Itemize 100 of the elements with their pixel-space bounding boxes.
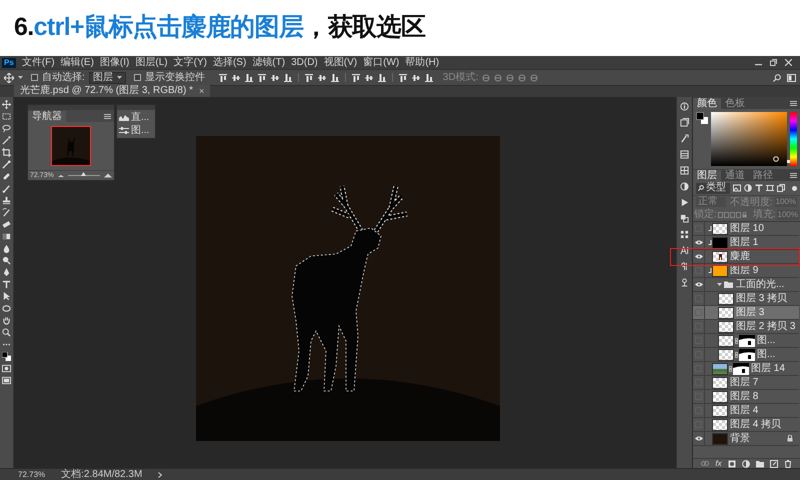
character-icon[interactable]	[680, 246, 689, 255]
type-filter-icon[interactable]	[755, 184, 763, 192]
zoom-slider-thumb[interactable]	[81, 172, 86, 176]
screen-mode-icon[interactable]	[2, 376, 11, 385]
zoom-icon[interactable]	[2, 328, 11, 337]
align-icon[interactable]	[412, 74, 420, 82]
gradient-icon[interactable]	[2, 232, 11, 241]
panel-menu-icon[interactable]	[790, 101, 797, 106]
panel-tab[interactable]: 路径	[749, 170, 777, 181]
layer-row[interactable]: 图层 10	[693, 222, 799, 236]
history-icon[interactable]	[680, 118, 689, 127]
layer-row[interactable]: 图层 4 拷贝	[693, 418, 799, 432]
align-icon[interactable]	[244, 74, 253, 82]
align-icon[interactable]	[398, 74, 407, 82]
layer-row[interactable]: 图层 2 拷贝 3	[693, 320, 799, 334]
zoom-in-icon[interactable]	[104, 173, 112, 178]
checkbox[interactable]	[134, 74, 141, 81]
zoom-out-icon[interactable]	[58, 174, 64, 178]
layer-row[interactable]: 背景	[693, 432, 799, 446]
caret-icon[interactable]	[18, 76, 23, 80]
swatches-icon[interactable]	[680, 150, 689, 159]
layer-row[interactable]: 图层 7	[693, 376, 799, 390]
panel-item[interactable]: 直...	[131, 112, 150, 123]
align-icon[interactable]	[330, 74, 339, 82]
panel-tab[interactable]: 图层	[693, 170, 721, 181]
filter-toggle[interactable]	[792, 186, 797, 190]
menu-item[interactable]: 帮助(H)	[405, 56, 440, 68]
histogram-icon[interactable]	[119, 114, 129, 121]
eye-icon[interactable]	[694, 436, 702, 441]
image-filter-icon[interactable]	[733, 184, 741, 192]
menu-item[interactable]: 窗口(W)	[363, 56, 400, 68]
layer-row[interactable]: 图层 8	[693, 390, 799, 404]
move-tool-icon[interactable]	[4, 72, 14, 82]
menu-item[interactable]: 视图(V)	[324, 56, 358, 68]
adjustment-filter-icon[interactable]	[744, 184, 752, 192]
search-icon[interactable]	[773, 74, 781, 82]
grid-icon[interactable]	[680, 230, 689, 239]
tab-close-button[interactable]: ×	[198, 86, 204, 96]
color-swatches-icon[interactable]	[696, 112, 708, 124]
layer-row[interactable]: 图层 14	[693, 362, 799, 376]
magic-wand-icon[interactable]	[2, 136, 11, 145]
panel-menu-icon[interactable]	[790, 173, 797, 178]
eye-icon[interactable]	[694, 282, 702, 287]
marquee-tool-icon[interactable]	[2, 112, 11, 121]
panel-tab[interactable]: 色板	[721, 98, 749, 109]
brush-icon[interactable]	[2, 184, 11, 193]
3d-mode-icon[interactable]	[518, 74, 526, 82]
align-icon[interactable]	[378, 74, 386, 82]
type-tool-icon[interactable]	[2, 280, 11, 289]
eraser-icon[interactable]	[2, 220, 11, 229]
panel-tab[interactable]: 颜色	[693, 98, 721, 109]
info-icon[interactable]	[680, 102, 689, 111]
3d-mode-icon[interactable]	[530, 74, 538, 82]
hue-slider-thumb[interactable]	[787, 160, 790, 163]
panel-menu-icon[interactable]	[104, 114, 111, 119]
close-icon[interactable]	[785, 59, 792, 66]
menu-item[interactable]: 图层(L)	[135, 56, 168, 68]
fx-button[interactable]: fx	[715, 459, 722, 468]
table-icon[interactable]	[680, 166, 689, 175]
3d-mode-icon[interactable]	[482, 74, 490, 82]
align-icon[interactable]	[258, 74, 266, 82]
menu-item[interactable]: 图像(I)	[100, 56, 130, 68]
menu-item[interactable]: 3D(D)	[291, 56, 318, 68]
filter-dropdown[interactable]: 类型	[696, 182, 730, 194]
3d-mode-icon[interactable]	[506, 74, 514, 82]
panel-item[interactable]: 图...	[131, 125, 150, 136]
document-tab[interactable]: 光芒鹿.psd @ 72.7% (图层 3, RGB/8) * ×	[14, 85, 210, 97]
3d-mode-icon[interactable]	[494, 74, 502, 82]
eye-icon[interactable]	[694, 254, 702, 259]
align-icon[interactable]	[270, 74, 279, 82]
layers-stack-icon[interactable]	[680, 214, 689, 223]
lasso-tool-icon[interactable]	[2, 124, 11, 133]
crop-tool-icon[interactable]	[2, 148, 11, 157]
drop-icon[interactable]	[2, 244, 11, 253]
history-brush-icon[interactable]	[2, 208, 11, 217]
trash-icon[interactable]	[784, 460, 792, 468]
menu-item[interactable]: 文件(F)	[22, 56, 55, 68]
stamp-icon[interactable]	[2, 196, 11, 205]
menu-item[interactable]: 滤镜(T)	[252, 56, 286, 68]
visibility-toggle[interactable]	[695, 267, 702, 274]
align-icon[interactable]	[232, 74, 240, 82]
align-icon[interactable]	[218, 74, 227, 82]
layer-row[interactable]: 图层 4	[693, 404, 799, 418]
shape-filter-icon[interactable]	[766, 184, 774, 192]
workspace-icon[interactable]	[787, 74, 796, 82]
path-selection-icon[interactable]	[2, 292, 11, 301]
quick-mask-icon[interactable]	[2, 364, 11, 373]
menu-item[interactable]: 编辑(E)	[60, 56, 94, 68]
hand-tool-icon[interactable]	[2, 316, 11, 325]
new-layer-icon[interactable]	[770, 460, 778, 468]
caret-icon[interactable]	[717, 282, 722, 287]
menu-item[interactable]: 选择(S)	[212, 56, 246, 68]
target-dropdown[interactable]: 图层	[88, 72, 126, 84]
align-icon[interactable]	[284, 74, 292, 82]
layer-row[interactable]: 工面的光...	[693, 278, 799, 292]
align-icon[interactable]	[304, 74, 313, 82]
ellipse-tool-icon[interactable]	[2, 304, 11, 313]
checkbox[interactable]	[31, 74, 38, 81]
clone-source-icon[interactable]	[680, 278, 689, 287]
sliders-icon[interactable]	[119, 127, 129, 134]
